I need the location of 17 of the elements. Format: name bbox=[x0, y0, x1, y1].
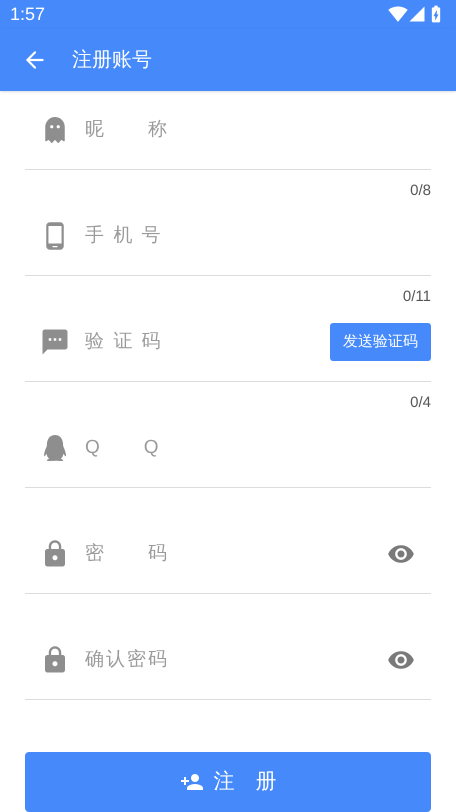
input-field[interactable]: 昵 称 bbox=[85, 116, 431, 144]
send-code-button[interactable]: 发送验证码 bbox=[330, 323, 431, 361]
wifi-icon bbox=[388, 4, 408, 24]
input-field[interactable]: 手 机 号 bbox=[85, 222, 431, 250]
status-time: 1:57 bbox=[10, 2, 46, 26]
character-counter: 0/8 bbox=[410, 181, 431, 201]
register-button[interactable]: 注 册 bbox=[25, 752, 431, 812]
message-icon bbox=[40, 327, 70, 357]
character-counter: 0/4 bbox=[410, 393, 431, 413]
input-field[interactable]: Q Q bbox=[85, 434, 431, 462]
app-bar-title: 注册账号 bbox=[72, 48, 152, 73]
input-field[interactable]: 验 证 码 bbox=[85, 328, 330, 356]
penguin-icon bbox=[42, 435, 68, 461]
input-field[interactable]: 确认密码 bbox=[85, 646, 387, 674]
character-counter: 0/11 bbox=[402, 287, 431, 307]
signal-icon bbox=[408, 5, 426, 24]
input-field[interactable]: 密 码 bbox=[85, 540, 387, 568]
